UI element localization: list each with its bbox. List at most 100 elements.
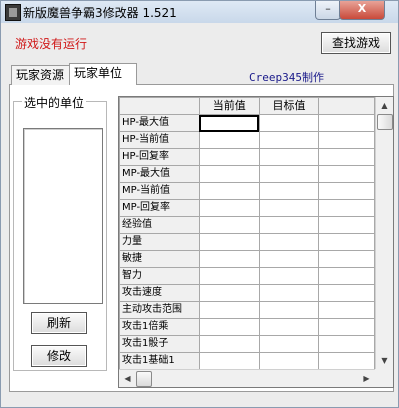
row-header: 攻击速度 [119,284,200,302]
grid-body: HP-最大值 HP-当前值 HP-回复率 MP-最大值 MP-当前值 MP-回复率 经验值力… [119,114,375,369]
credit-label: Creep345制作 [249,71,324,84]
scroll-up-icon[interactable]: ▲ [376,97,393,114]
target-value-cell[interactable] [258,114,320,132]
current-value-cell[interactable] [198,335,260,353]
vertical-scrollbar[interactable]: ▲ ▼ [375,97,393,369]
current-value-cell[interactable] [198,165,260,183]
scroll-thumb[interactable] [377,114,393,130]
empty-cell [318,148,375,166]
target-value-cell[interactable] [258,216,320,234]
target-value-cell[interactable] [258,267,320,285]
row-header: HP-当前值 [119,131,200,149]
empty-header [318,97,375,115]
tab-player-units[interactable]: 玩家单位 [69,63,137,85]
current-value-cell[interactable] [198,233,260,251]
table-row: 敏捷 [119,250,375,268]
table-row: MP-最大值 [119,165,375,183]
current-value-cell[interactable] [198,182,260,200]
table-row: 智力 [119,267,375,285]
table-row: HP-当前值 [119,131,375,149]
current-value-cell[interactable] [198,148,260,166]
close-button[interactable]: X [339,1,385,20]
hscroll-thumb[interactable] [136,371,152,387]
unit-list[interactable] [23,128,103,304]
target-value-cell[interactable] [258,250,320,268]
empty-cell [318,335,375,353]
title-bar[interactable]: 新版魔兽争霸3修改器 1.521 – X [1,1,398,23]
corner-header [119,97,200,115]
table-row: 攻击1骰子 [119,335,375,353]
empty-cell [318,301,375,319]
row-header: MP-回复率 [119,199,200,217]
empty-cell [318,165,375,183]
current-value-cell[interactable] [198,199,260,217]
target-value-cell[interactable] [258,131,320,149]
empty-cell [318,199,375,217]
table-row: 攻击1倍乘 [119,318,375,336]
row-header: 敏捷 [119,250,200,268]
table-row: 攻击速度 [119,284,375,302]
row-header: 力量 [119,233,200,251]
row-header: 攻击1基础1 [119,352,200,369]
row-header: 主动攻击范围 [119,301,200,319]
row-header: 攻击1骰子 [119,335,200,353]
target-value-cell[interactable] [258,318,320,336]
unit-attribute-grid[interactable]: 当前值 目标值 HP-最大值 HP-当前值 HP-回复率 MP-最大值 MP-当前值 MP… [118,96,394,388]
attribute-table: 当前值 目标值 HP-最大值 HP-当前值 HP-回复率 MP-最大值 MP-当前值 MP… [119,97,375,369]
target-value-cell[interactable] [258,148,320,166]
target-value-cell[interactable] [258,301,320,319]
modify-button[interactable]: 修改 [31,345,87,367]
table-row: MP-当前值 [119,182,375,200]
refresh-button[interactable]: 刷新 [31,312,87,334]
window-title: 新版魔兽争霸3修改器 1.521 [23,6,177,20]
empty-cell [318,233,375,251]
minimize-button[interactable]: – [315,1,341,20]
target-value-cell[interactable] [258,182,320,200]
empty-cell [318,131,375,149]
current-value-cell[interactable] [198,131,260,149]
find-game-button[interactable]: 查找游戏 [321,32,391,54]
main-window: 新版魔兽争霸3修改器 1.521 – X 游戏没有运行 查找游戏 玩家资源 玩家… [0,0,399,408]
app-icon [5,4,21,21]
current-value-cell[interactable] [198,267,260,285]
scroll-left-icon[interactable]: ◀ [119,370,136,387]
current-value-cell[interactable] [198,318,260,336]
empty-cell [318,216,375,234]
horizontal-scrollbar[interactable]: ◀ ▶ [119,369,375,387]
target-value-cell[interactable] [258,233,320,251]
empty-cell [318,182,375,200]
selected-units-title: 选中的单位 [22,94,87,111]
table-row: 经验值 [119,216,375,234]
row-header: MP-最大值 [119,165,200,183]
column-header: 当前值 [198,97,260,115]
row-header: 智力 [119,267,200,285]
empty-cell [318,267,375,285]
current-value-cell[interactable] [198,284,260,302]
current-value-cell[interactable] [198,250,260,268]
row-header: 攻击1倍乘 [119,318,200,336]
target-value-cell[interactable] [258,352,320,369]
target-value-cell[interactable] [258,335,320,353]
target-value-cell[interactable] [258,165,320,183]
current-value-cell[interactable] [198,216,260,234]
table-row: 主动攻击范围 [119,301,375,319]
table-row: HP-回复率 [119,148,375,166]
empty-cell [318,352,375,369]
empty-cell [318,250,375,268]
empty-cell [318,284,375,302]
empty-cell [318,318,375,336]
table-row: 攻击1基础1 [119,352,375,369]
tab-player-resources[interactable]: 玩家资源 [11,65,75,85]
current-value-cell[interactable] [198,301,260,319]
current-value-cell[interactable] [198,352,260,369]
row-header: HP-最大值 [119,114,200,132]
row-header: HP-回复率 [119,148,200,166]
target-value-cell[interactable] [258,199,320,217]
scroll-corner [375,369,393,387]
target-value-cell[interactable] [258,284,320,302]
scroll-down-icon[interactable]: ▼ [376,352,393,369]
column-header: 目标值 [258,97,320,115]
current-value-cell[interactable] [198,114,260,132]
table-row: MP-回复率 [119,199,375,217]
scroll-right-icon[interactable]: ▶ [358,370,375,387]
